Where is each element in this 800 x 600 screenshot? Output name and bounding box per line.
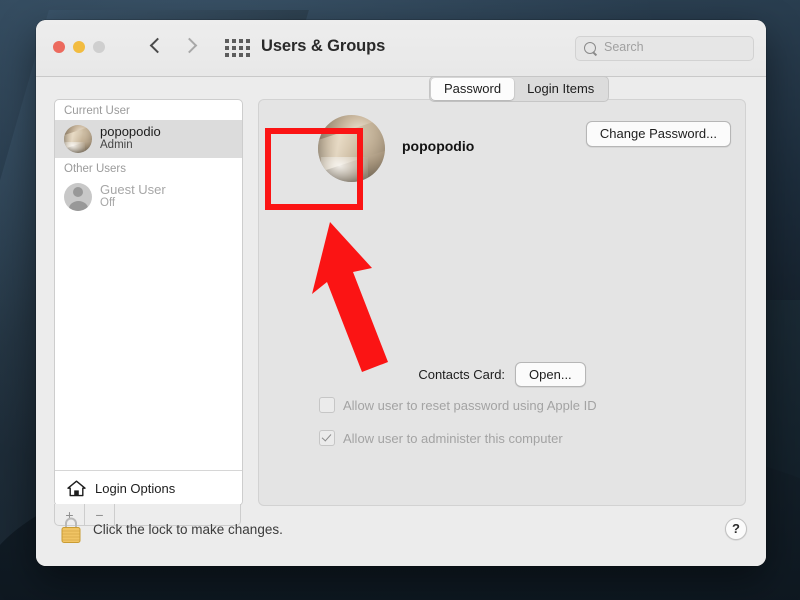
sidebar-item-label: Guest User xyxy=(100,182,166,197)
closed-padlock-icon[interactable] xyxy=(58,515,84,545)
window-footer: Click the lock to make changes. ? xyxy=(36,511,766,566)
change-password-button[interactable]: Change Password... xyxy=(586,121,731,147)
zoom-window-button[interactable] xyxy=(93,41,105,53)
checkbox-administer-computer[interactable] xyxy=(319,430,335,446)
house-icon xyxy=(67,480,86,497)
sidebar-item-login-options[interactable]: Login Options xyxy=(55,470,242,505)
sidebar-group-header-other-users: Other Users xyxy=(55,158,242,178)
checkbox-row-administer-computer[interactable]: Allow user to administer this computer xyxy=(319,430,563,446)
sidebar-item-popopodio[interactable]: popopodio Admin xyxy=(55,120,242,158)
password-pane: Password Login Items popopodio Change Pa… xyxy=(258,99,746,506)
sidebar-item-status: Admin xyxy=(100,139,161,153)
sidebar-item-guest-user[interactable]: Guest User Off xyxy=(55,178,242,216)
checkbox-label: Allow user to reset password using Apple… xyxy=(343,398,597,413)
account-name-label: popopodio xyxy=(402,138,474,154)
lock-instruction-text: Click the lock to make changes. xyxy=(93,522,283,537)
minimize-window-button[interactable] xyxy=(73,41,85,53)
page-title: Users & Groups xyxy=(261,37,385,56)
sidebar-item-text: popopodio Admin xyxy=(100,124,161,153)
checkbox-label: Allow user to administer this computer xyxy=(343,431,563,446)
back-button[interactable] xyxy=(146,36,168,60)
chevron-right-icon xyxy=(182,38,198,54)
window-body: Current User popopodio Admin Other Users… xyxy=(36,77,766,566)
search-field[interactable] xyxy=(575,36,754,61)
checkbox-reset-password-apple-id[interactable] xyxy=(319,397,335,413)
show-all-grid-icon[interactable] xyxy=(225,39,250,57)
sidebar-item-label: popopodio xyxy=(100,124,161,139)
search-input[interactable] xyxy=(602,39,746,55)
tab-login-items[interactable]: Login Items xyxy=(514,78,607,100)
sidebar-item-label: Login Options xyxy=(95,481,175,496)
chevron-left-icon xyxy=(150,38,166,54)
sidebar-item-status: Off xyxy=(100,197,166,211)
open-contacts-card-button[interactable]: Open... xyxy=(515,362,586,387)
users-sidebar: Current User popopodio Admin Other Users… xyxy=(54,99,243,506)
avatar xyxy=(64,125,92,153)
users-and-groups-window: Users & Groups Current User popopodio Ad… xyxy=(36,20,766,566)
search-icon xyxy=(584,42,596,54)
close-window-button[interactable] xyxy=(53,41,65,53)
contacts-card-label: Contacts Card: xyxy=(418,367,505,382)
traffic-light-buttons xyxy=(53,41,105,53)
help-button[interactable]: ? xyxy=(725,518,747,540)
user-photo-avatar[interactable] xyxy=(318,115,385,182)
pane-tab-bar: Password Login Items xyxy=(429,76,609,102)
guest-avatar-icon xyxy=(64,183,92,211)
window-toolbar: Users & Groups xyxy=(36,20,766,77)
contacts-card-row: Contacts Card: Open... xyxy=(259,362,745,387)
forward-button[interactable] xyxy=(181,36,203,60)
sidebar-item-text: Guest User Off xyxy=(100,182,166,211)
sidebar-group-header-current-user: Current User xyxy=(55,100,242,120)
checkbox-row-reset-password[interactable]: Allow user to reset password using Apple… xyxy=(319,397,597,413)
tab-password[interactable]: Password xyxy=(431,78,514,100)
